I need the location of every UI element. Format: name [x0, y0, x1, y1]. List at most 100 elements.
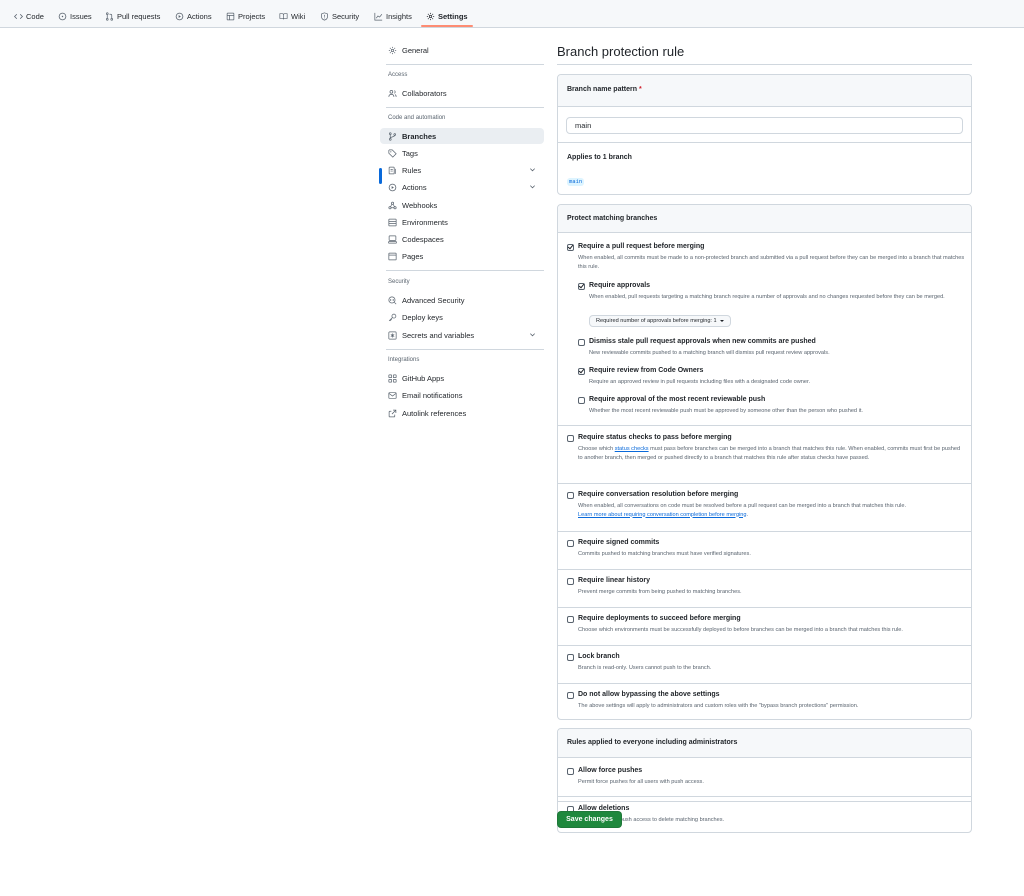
- matched-branch-chip: main: [567, 178, 585, 186]
- status-checks-desc: Choose which status checks must pass bef…: [578, 445, 966, 462]
- select-label: Required number of approvals before merg…: [596, 318, 717, 324]
- sidebar-item-pages[interactable]: Pages: [380, 248, 544, 264]
- chevron-down-icon: [530, 185, 535, 189]
- tab-label: Pull requests: [117, 11, 161, 21]
- row-separator: [558, 483, 971, 484]
- require-approvals-checkbox[interactable]: [578, 283, 585, 290]
- issue-icon: [58, 12, 67, 20]
- sidebar-item-codespaces[interactable]: Codespaces: [380, 231, 544, 247]
- deployments-desc: Choose which environments must be succes…: [578, 627, 903, 633]
- tab-label: Security: [332, 11, 360, 21]
- sidebar-item-secrets-variables[interactable]: Secrets and variables: [380, 327, 544, 343]
- tab-code[interactable]: Code: [14, 10, 44, 22]
- sidebar-item-label: Pages: [402, 251, 424, 261]
- linear-history-checkbox[interactable]: [567, 578, 574, 585]
- sidebar-heading-security: Security: [388, 279, 410, 285]
- tab-label: Code: [26, 11, 44, 21]
- graph-icon: [374, 12, 383, 21]
- browser-icon: [388, 252, 397, 260]
- recent-push-title: Require approval of the most recent revi…: [589, 396, 766, 403]
- tab-projects[interactable]: Projects: [226, 10, 265, 22]
- linear-history-title: Require linear history: [578, 577, 650, 584]
- sidebar-item-email-notifications[interactable]: Email notifications: [380, 387, 544, 403]
- sidebar-item-deploy-keys[interactable]: Deploy keys: [380, 309, 544, 325]
- sidebar-divider: [386, 64, 544, 65]
- row-separator: [558, 142, 971, 143]
- code-icon: [14, 13, 23, 19]
- code-owners-checkbox[interactable]: [578, 368, 585, 375]
- tab-wiki[interactable]: Wiki: [279, 10, 305, 22]
- table-icon: [226, 12, 235, 20]
- branch-pattern-input[interactable]: main: [566, 117, 963, 134]
- save-changes-button[interactable]: Save changes: [557, 811, 622, 828]
- sidebar-item-collaborators[interactable]: Collaborators: [380, 85, 544, 101]
- no-bypass-checkbox[interactable]: [567, 692, 574, 699]
- protect-heading: Protect matching branches: [567, 215, 658, 222]
- signed-commits-checkbox[interactable]: [567, 540, 574, 547]
- recent-push-checkbox[interactable]: [578, 397, 585, 404]
- dismiss-stale-checkbox[interactable]: [578, 339, 585, 346]
- sidebar-heading-code-automation: Code and automation: [388, 115, 446, 121]
- sidebar-item-label: Environments: [402, 217, 448, 227]
- branch-icon: [388, 131, 397, 141]
- sidebar-item-webhooks[interactable]: Webhooks: [380, 197, 544, 213]
- lock-branch-checkbox[interactable]: [567, 654, 574, 661]
- dismiss-stale-title: Dismiss stale pull request approvals whe…: [589, 338, 816, 345]
- sidebar-item-label: Collaborators: [402, 88, 447, 98]
- sidebar-item-branches[interactable]: Branches: [380, 128, 544, 144]
- sidebar-item-rules[interactable]: Rules: [380, 162, 544, 178]
- sidebar-item-general[interactable]: General: [380, 42, 544, 58]
- tab-insights[interactable]: Insights: [374, 10, 412, 22]
- gear-icon: [388, 46, 397, 54]
- tab-settings[interactable]: Settings: [426, 10, 468, 22]
- tab-label: Insights: [386, 11, 412, 21]
- conversation-desc: When enabled, all conversations on code …: [578, 502, 966, 519]
- cross-reference-icon: [388, 409, 397, 417]
- sidebar-divider: [386, 107, 544, 108]
- branch-pattern-box: Branch name pattern * main Applies to 1 …: [557, 74, 972, 195]
- tab-label: Wiki: [291, 11, 306, 21]
- sidebar-item-advanced-security[interactable]: Advanced Security: [380, 292, 544, 308]
- row-separator: [558, 796, 971, 797]
- sidebar-item-label: Tags: [402, 148, 418, 158]
- row-separator: [558, 645, 971, 646]
- status-checks-link[interactable]: status checks: [615, 446, 649, 452]
- tag-icon: [388, 148, 397, 158]
- pull-request-icon: [105, 11, 114, 21]
- label-text: Branch name pattern: [567, 86, 638, 93]
- sidebar-item-actions[interactable]: Actions: [380, 179, 544, 195]
- tab-issues[interactable]: Issues: [58, 10, 92, 22]
- tab-security[interactable]: Security: [320, 10, 359, 22]
- require-pr-checkbox[interactable]: [567, 244, 574, 251]
- box-header: Rules applied to everyone including admi…: [558, 729, 971, 758]
- require-approvals-desc: When enabled, pull requests targeting a …: [589, 294, 945, 300]
- conversation-learn-more-link[interactable]: Learn more about requiring conversation …: [578, 512, 747, 518]
- row-separator: [558, 569, 971, 570]
- force-pushes-checkbox[interactable]: [567, 768, 574, 775]
- deployments-checkbox[interactable]: [567, 616, 574, 623]
- tab-pull-requests[interactable]: Pull requests: [105, 10, 160, 22]
- approvals-count-select[interactable]: Required number of approvals before merg…: [589, 315, 731, 327]
- sidebar-item-label: GitHub Apps: [402, 373, 445, 383]
- sidebar-item-environments[interactable]: Environments: [380, 214, 544, 230]
- form-divider: [557, 801, 972, 802]
- sidebar-heading-integrations: Integrations: [388, 357, 420, 363]
- sidebar-item-label: Branches: [402, 131, 437, 141]
- sidebar-item-autolink-references[interactable]: Autolink references: [380, 405, 544, 421]
- play-icon: [175, 12, 184, 20]
- desc-text: .: [746, 511, 749, 518]
- conversation-resolution-checkbox[interactable]: [567, 492, 574, 499]
- force-pushes-title: Allow force pushes: [578, 767, 643, 774]
- desc-text: When enabled, all conversations on code …: [578, 503, 907, 509]
- title-divider: [557, 64, 972, 65]
- branch-pattern-label: Branch name pattern *: [567, 86, 642, 93]
- sidebar-item-label: General: [402, 45, 429, 55]
- selected-tab-underline: [421, 25, 473, 27]
- status-checks-checkbox[interactable]: [567, 435, 574, 442]
- tab-actions[interactable]: Actions: [175, 10, 212, 22]
- sidebar-item-tags[interactable]: Tags: [380, 145, 544, 161]
- sidebar-item-github-apps[interactable]: GitHub Apps: [380, 370, 544, 386]
- sidebar-item-label: Actions: [402, 182, 427, 192]
- row-separator: [558, 531, 971, 532]
- deletions-desc: Allow users with push access to delete m…: [578, 817, 725, 823]
